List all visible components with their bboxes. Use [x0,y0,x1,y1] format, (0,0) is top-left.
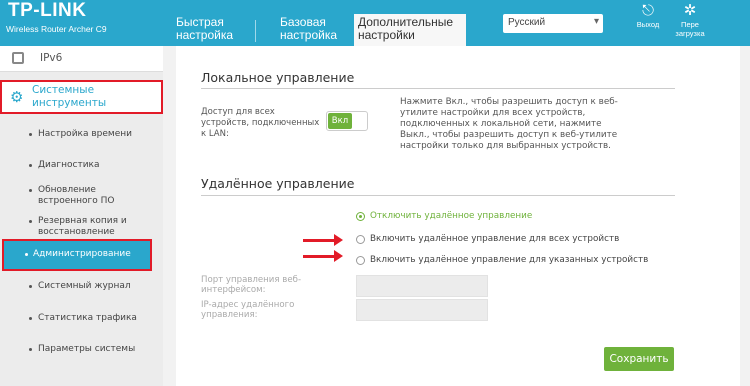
reboot-icon: ✲ [683,2,697,19]
language-value: Русский [508,17,546,28]
tab-advanced[interactable]: Дополнительные настройки [354,14,466,46]
logout-icon: ⎋ [642,2,654,19]
ip-label: IP-адрес удалённого управления: [201,300,295,320]
sidebar-item-system-log[interactable]: Системный журнал [29,281,153,292]
ipv6-icon [12,52,24,64]
lan-access-description: Нажмите Вкл., чтобы разрешить доступ к в… [400,97,618,151]
tp-link-logo: TP-LINK [8,0,87,21]
sidebar-item-traffic-stats[interactable]: Статистика трафика [29,313,153,324]
port-label: Порт управления веб-интерфейсом: [201,275,302,295]
sidebar-item-system-params[interactable]: Параметры системы [29,344,153,355]
sidebar-item-label: IPv6 [40,52,63,64]
radio-dot [356,212,365,221]
sidebar-item-diagnostics[interactable]: Диагностика [29,160,153,171]
sidebar-item-label: Администрирование [25,249,131,259]
radio-dot [356,235,365,244]
sidebar-item-administration[interactable]: Администрирование [2,239,152,271]
radio-label: Включить удалённое управление для всех у… [370,234,620,244]
remote-management-title: Удалённое управление [201,176,355,191]
toggle-on-label: Вкл [328,113,352,129]
tab-divider [255,20,256,42]
logout-label: Выход [636,20,660,29]
radio-label: Включить удалённое управление для указан… [370,255,649,265]
divider [201,88,675,89]
red-arrow-annotation [303,250,343,262]
language-select[interactable]: Русский ▾ [503,14,603,33]
gear-icon: ⚙ [10,88,24,106]
sidebar-item-ipv6[interactable]: IPv6 [0,46,163,72]
top-header: TP-LINK Wireless Router Archer C9 Быстра… [0,0,750,46]
router-model: Wireless Router Archer C9 [6,24,107,34]
lan-access-toggle[interactable]: Вкл [326,111,368,131]
divider [201,195,675,196]
radio-label: Отключить удалённое управление [370,211,533,221]
chevron-down-icon: ▾ [593,16,599,27]
reboot-label: Пере загрузка [675,20,705,38]
red-arrow-annotation [303,234,343,246]
local-management-title: Локальное управление [201,70,355,85]
tab-quick-setup[interactable]: Быстрая настройка [172,14,250,46]
radio-dot [356,256,365,265]
sidebar-item-system-tools[interactable]: ⚙ Системные инструменты [0,80,163,114]
ip-input[interactable] [356,299,488,321]
reboot-button[interactable]: ✲ Пере загрузка [670,2,710,38]
save-button[interactable]: Сохранить [604,347,674,371]
port-input[interactable] [356,275,488,297]
sidebar-item-backup[interactable]: Резервная копия и восстановление [29,216,150,238]
sidebar: IPv6 ⚙ Системные инструменты Настройка в… [0,46,163,386]
sidebar-item-label: Системные инструменты [32,84,107,109]
lan-access-label: Доступ для всех устройств, подключенных … [201,107,320,139]
tab-basic[interactable]: Базовая настройка [276,14,348,46]
sidebar-item-firmware-update[interactable]: Обновление встроенного ПО [29,185,134,207]
sidebar-item-time-settings[interactable]: Настройка времени [29,129,153,140]
logout-button[interactable]: ⎋ Выход [628,2,668,29]
